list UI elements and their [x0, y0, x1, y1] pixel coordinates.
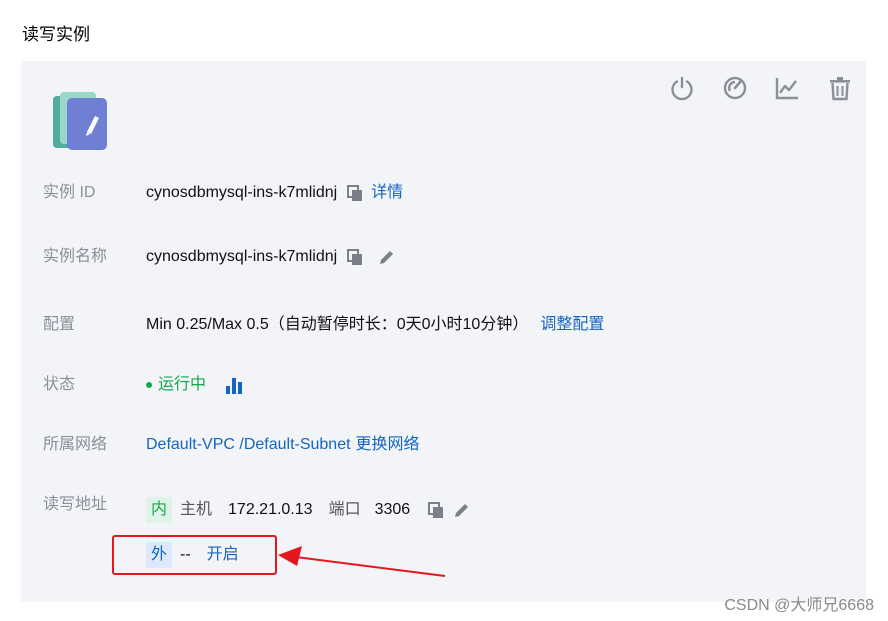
port-label: 端口	[328, 501, 361, 518]
instance-id-label: 实例 ID	[43, 184, 96, 201]
internal-tag: 内	[146, 497, 173, 523]
status-label: 状态	[43, 376, 76, 393]
highlight-box	[112, 535, 277, 575]
rw-address-label: 读写地址	[43, 496, 108, 513]
instance-name-label: 实例名称	[43, 248, 108, 265]
instance-name-value: cynosdbmysql-ins-k7mlidnj	[146, 248, 338, 265]
copy-icon[interactable]	[345, 247, 365, 267]
instance-id-row: 实例 ID cynosdbmysql-ins-k7mlidnj 详情	[21, 181, 866, 211]
network-row: 所属网络 Default-VPC / Default-Subnet 更换网络	[21, 433, 866, 463]
instance-name-row: 实例名称 cynosdbmysql-ins-k7mlidnj	[21, 245, 866, 275]
network-label: 所属网络	[43, 436, 108, 453]
instance-card: 实例 ID cynosdbmysql-ins-k7mlidnj 详情 实例名称 …	[21, 61, 866, 602]
edit-icon[interactable]	[452, 500, 472, 520]
subnet-link[interactable]: Default-Subnet	[244, 433, 351, 457]
status-row: 状态 运行中	[21, 373, 866, 403]
edit-icon[interactable]	[377, 247, 397, 267]
adjust-config-link[interactable]: 调整配置	[540, 313, 604, 337]
status-value: 运行中	[158, 376, 207, 393]
annotation-arrow	[278, 546, 446, 577]
change-network-link[interactable]: 更换网络	[356, 433, 420, 457]
config-row: 配置 Min 0.25/Max 0.5（自动暂停时长：0天0小时10分钟） 调整…	[21, 313, 866, 343]
config-label: 配置	[43, 316, 76, 333]
network-separator: /	[234, 436, 244, 453]
host-value: 172.21.0.13	[228, 501, 313, 518]
port-value: 3306	[374, 501, 411, 518]
power-icon[interactable]	[668, 74, 696, 102]
bar-chart-icon[interactable]	[224, 375, 244, 395]
line-chart-icon[interactable]	[773, 74, 801, 102]
config-value: Min 0.25/Max 0.5（自动暂停时长：0天0小时10分钟）	[146, 316, 529, 333]
details-link[interactable]: 详情	[371, 181, 403, 205]
section-title: 读写实例	[22, 25, 90, 44]
copy-icon[interactable]	[426, 500, 446, 520]
database-logo-icon	[51, 88, 111, 154]
copy-icon[interactable]	[345, 183, 365, 203]
gauge-icon[interactable]	[721, 74, 749, 102]
rw-address-row: 读写地址 内 主机 172.21.0.13 端口 3306	[21, 493, 866, 523]
watermark: CSDN @大师兄6668	[724, 597, 874, 614]
vpc-link[interactable]: Default-VPC	[146, 433, 235, 457]
instance-id-value: cynosdbmysql-ins-k7mlidnj	[146, 184, 338, 201]
trash-icon[interactable]	[826, 74, 854, 102]
status-dot	[146, 382, 152, 388]
host-label: 主机	[180, 501, 213, 518]
